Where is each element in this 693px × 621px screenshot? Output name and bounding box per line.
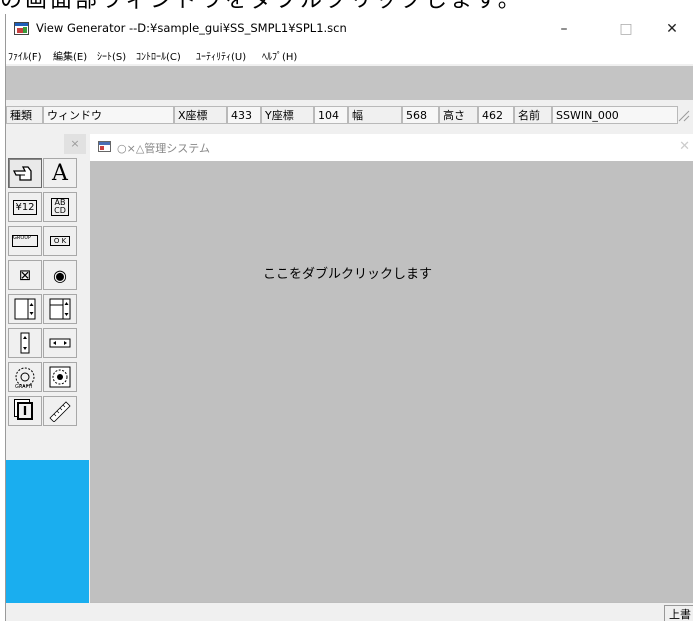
listbox-tool[interactable] — [8, 294, 42, 324]
numeric-field-tool[interactable]: ¥12 — [8, 192, 42, 222]
kind-label: 種類 — [6, 106, 43, 124]
menu-control[interactable]: ｺﾝﾄﾛｰﾙ(C) — [136, 48, 181, 63]
text-tool-icon: A — [52, 160, 68, 186]
y-value: 104 — [314, 106, 348, 124]
vscrollbar-tool-icon — [20, 332, 30, 354]
menu-edit[interactable]: 編集(E) — [53, 48, 87, 63]
vscroll-list2-tool-icon — [49, 298, 71, 320]
vscrollbar-tool[interactable] — [8, 328, 42, 358]
ruler-tool-icon — [49, 401, 71, 422]
checkbox-tool[interactable]: ⊠ — [8, 260, 42, 290]
x-label: X座標 — [174, 106, 227, 124]
x-value: 433 — [227, 106, 261, 124]
pointer-tool[interactable] — [8, 158, 42, 188]
close-button[interactable]: ✕ — [650, 14, 693, 44]
radio-tool[interactable]: ◉ — [43, 260, 77, 290]
overwrite-indicator: 上書 — [664, 605, 693, 621]
child-window-icon — [98, 141, 111, 152]
image-tool[interactable]: GRAPH — [8, 362, 42, 392]
numeric-field-tool-icon: ¥12 — [13, 199, 37, 215]
svg-text:GRAPH: GRAPH — [15, 384, 33, 389]
maximize-button[interactable]: □ — [604, 14, 648, 44]
window-title: View Generator --D:¥sample_gui¥SS_SMPL1¥… — [36, 21, 347, 35]
text-field-tool[interactable]: AB CD — [43, 192, 77, 222]
text-tool[interactable]: A — [43, 158, 77, 188]
name-label: 名前 — [514, 106, 552, 124]
resize-grip-icon[interactable] — [676, 108, 690, 122]
radio-tool-icon: ◉ — [53, 265, 67, 285]
instruction-caption: の画面部ウィンドウをダブルクリックします。 — [0, 0, 523, 13]
toolbar-area — [6, 66, 693, 100]
text-field-tool-icon: AB CD — [51, 198, 69, 216]
button-tool[interactable]: O K — [43, 226, 77, 256]
ime-tool-icon: I — [16, 402, 34, 420]
app-window: View Generator --D:¥sample_gui¥SS_SMPL1¥… — [5, 14, 693, 621]
button-tool-icon: O K — [49, 236, 71, 246]
child-window-close-button[interactable]: ✕ — [679, 139, 690, 154]
height-label: 高さ — [439, 106, 478, 124]
group-box-tool[interactable]: GROUP — [8, 226, 42, 256]
checkbox-tool-icon: ⊠ — [18, 266, 32, 284]
height-value: 462 — [478, 106, 514, 124]
menu-utility[interactable]: ﾕｰﾃｨﾘﾃｨ(U) — [196, 48, 246, 63]
y-label: Y座標 — [261, 106, 314, 124]
hscrollbar-tool-icon — [49, 338, 71, 348]
child-window-title: ○×△管理システム — [117, 142, 210, 155]
palette-close-button[interactable]: × — [64, 134, 86, 154]
image2-tool-icon — [49, 366, 71, 388]
menu-help[interactable]: ﾍﾙﾌﾟ(H) — [262, 48, 297, 63]
width-value: 568 — [402, 106, 439, 124]
image-tool-icon: GRAPH — [15, 367, 35, 389]
property-bar: 種類 ウィンドウ X座標 433 Y座標 104 幅 568 高さ 462 名前… — [6, 105, 693, 126]
width-label: 幅 — [348, 106, 402, 124]
double-click-hint: ここをダブルクリックします — [263, 267, 433, 282]
combo-list-tool[interactable] — [43, 294, 77, 324]
minimize-button[interactable]: – — [542, 14, 586, 44]
vscroll-list-tool-icon — [14, 298, 36, 320]
tool-palette: A ¥12 AB CD GROUP O K ⊠ ◉ GRAPH I — [6, 158, 89, 603]
menu-file[interactable]: ﾌｧｲﾙ(F) — [8, 48, 42, 63]
hscrollbar-tool[interactable] — [43, 328, 77, 358]
app-icon — [14, 22, 29, 35]
title-bar[interactable]: View Generator --D:¥sample_gui¥SS_SMPL1¥… — [6, 14, 693, 44]
menu-sheet[interactable]: ｼｰﾄ(S) — [97, 48, 126, 63]
child-window-client-area[interactable]: ここをダブルクリックします — [90, 161, 693, 602]
ime-tool[interactable]: I — [8, 396, 42, 426]
menu-bar: ﾌｧｲﾙ(F) 編集(E) ｼｰﾄ(S) ｺﾝﾄﾛｰﾙ(C) ﾕｰﾃｨﾘﾃｨ(U… — [6, 44, 693, 64]
name-value: SSWIN_000 — [552, 106, 678, 124]
pointer-tool-icon — [12, 166, 32, 181]
child-window-titlebar[interactable]: ○×△管理システム ✕ — [90, 134, 693, 161]
kind-value: ウィンドウ — [43, 106, 174, 124]
image2-tool[interactable] — [43, 362, 77, 392]
palette-background — [6, 460, 89, 603]
ruler-tool[interactable] — [43, 396, 77, 426]
status-bar: 上書 — [90, 602, 693, 621]
group-box-tool-icon: GROUP — [12, 235, 38, 247]
